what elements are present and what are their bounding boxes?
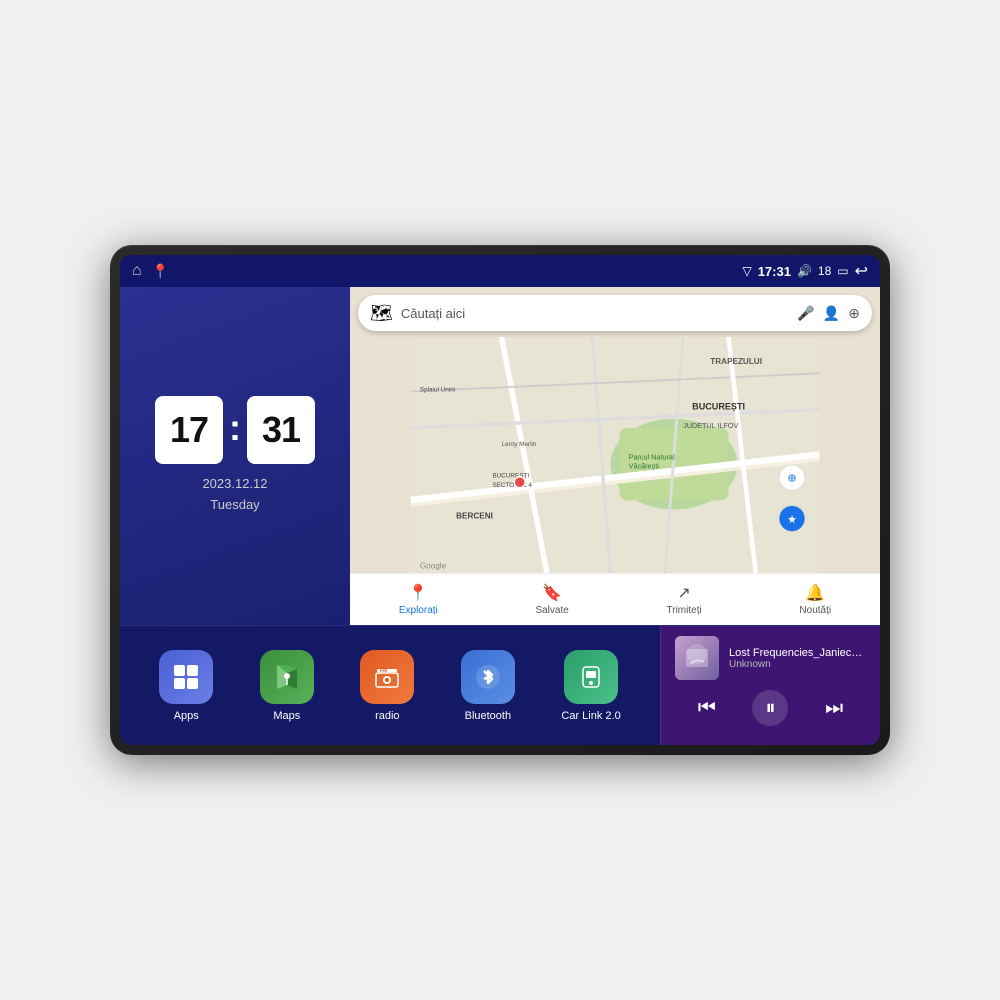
map-nav-send-label: Trimiteți — [667, 605, 702, 616]
music-controls: ⏮ ⏸ ⏭ — [675, 690, 866, 726]
volume-level: 18 — [818, 264, 831, 278]
music-player: Lost Frequencies_Janieck Devy-... Unknow… — [660, 626, 880, 745]
main-content: 17 : 31 2023.12.12 Tuesday 🗺 Căutați aic… — [120, 287, 880, 745]
news-icon: 🔔 — [805, 583, 825, 603]
map-widget[interactable]: 🗺 Căutați aici 🎤 👤 ⊕ — [350, 287, 880, 625]
status-left-icons: ⌂ 📍 — [132, 262, 169, 280]
signal-icon: ▽ — [742, 264, 751, 278]
next-button[interactable]: ⏭ — [816, 690, 852, 726]
map-nav-explore-label: Explorați — [399, 605, 438, 616]
svg-text:Google: Google — [420, 561, 447, 570]
home-icon[interactable]: ⌂ — [132, 262, 142, 280]
map-nav-saved-label: Salvate — [535, 605, 568, 616]
map-bottom-bar: 📍 Explorați 🔖 Salvate ↗ Trimiteți 🔔 — [350, 573, 880, 625]
music-top: Lost Frequencies_Janieck Devy-... Unknow… — [675, 636, 866, 680]
svg-text:⊕: ⊕ — [787, 472, 796, 484]
carlink-label: Car Link 2.0 — [561, 710, 620, 722]
device: ⌂ 📍 ▽ 17:31 🔊 18 ▭ ↩ 17 : — [110, 245, 890, 755]
app-item-carlink[interactable]: Car Link 2.0 — [561, 650, 620, 722]
svg-text:★: ★ — [787, 514, 797, 526]
map-nav-send[interactable]: ↗ Trimiteți — [667, 583, 702, 616]
status-time: 17:31 — [758, 264, 791, 279]
music-artist: Unknown — [729, 659, 866, 670]
location-icon[interactable]: 📍 — [152, 263, 169, 280]
volume-icon: 🔊 — [797, 264, 812, 278]
status-bar: ⌂ 📍 ▽ 17:31 🔊 18 ▭ ↩ — [120, 255, 880, 287]
layers-icon[interactable]: ⊕ — [848, 305, 860, 322]
maps-logo: 🗺 — [370, 303, 393, 324]
screen: ⌂ 📍 ▽ 17:31 🔊 18 ▭ ↩ 17 : — [120, 255, 880, 745]
back-icon[interactable]: ↩ — [855, 261, 868, 281]
top-row: 17 : 31 2023.12.12 Tuesday 🗺 Căutați aic… — [120, 287, 880, 625]
app-item-apps[interactable]: Apps — [159, 650, 213, 722]
svg-text:BERCENI: BERCENI — [456, 512, 493, 521]
map-content: TRAPEZULUI BUCUREȘTI JUDEȚUL ILFOV BERCE… — [350, 337, 880, 573]
bluetooth-icon — [461, 650, 515, 704]
clock-colon: : — [229, 407, 241, 449]
clock-minutes: 31 — [247, 396, 315, 464]
clock-hours: 17 — [155, 396, 223, 464]
app-item-bluetooth[interactable]: Bluetooth — [461, 650, 515, 722]
clock-date: 2023.12.12 Tuesday — [202, 474, 267, 516]
bottom-row: Apps Maps — [120, 625, 880, 745]
saved-icon: 🔖 — [542, 583, 562, 603]
map-search-icons: 🎤 👤 ⊕ — [797, 305, 860, 322]
map-nav-explore[interactable]: 📍 Explorați — [399, 583, 438, 616]
svg-text:SECTORUL 4: SECTORUL 4 — [492, 482, 532, 489]
music-info: Lost Frequencies_Janieck Devy-... Unknow… — [729, 647, 866, 670]
map-svg: TRAPEZULUI BUCUREȘTI JUDEȚUL ILFOV BERCE… — [350, 337, 880, 573]
carlink-icon — [564, 650, 618, 704]
music-title: Lost Frequencies_Janieck Devy-... — [729, 647, 866, 659]
app-item-maps[interactable]: Maps — [260, 650, 314, 722]
svg-text:BUCUREȘTI: BUCUREȘTI — [692, 402, 745, 412]
map-search-bar[interactable]: 🗺 Căutați aici 🎤 👤 ⊕ — [358, 295, 872, 331]
apps-section: Apps Maps — [120, 626, 660, 745]
svg-text:Leroy Merlin: Leroy Merlin — [502, 441, 537, 448]
svg-text:JUDEȚUL ILFOV: JUDEȚUL ILFOV — [683, 421, 738, 430]
svg-text:TRAPEZULUI: TRAPEZULUI — [710, 357, 762, 366]
status-right-info: ▽ 17:31 🔊 18 ▭ ↩ — [742, 261, 868, 281]
bluetooth-label: Bluetooth — [465, 710, 511, 722]
music-thumbnail — [675, 636, 719, 680]
explore-icon: 📍 — [408, 583, 428, 603]
clock-display: 17 : 31 — [155, 396, 315, 464]
svg-text:Splaiul Unirii: Splaiul Unirii — [420, 386, 455, 393]
map-nav-saved[interactable]: 🔖 Salvate — [535, 583, 568, 616]
radio-icon: FM — [360, 650, 414, 704]
radio-label: radio — [375, 710, 399, 722]
play-pause-button[interactable]: ⏸ — [752, 690, 788, 726]
svg-text:Văcărești: Văcărești — [629, 462, 660, 471]
prev-button[interactable]: ⏮ — [689, 690, 725, 726]
account-icon[interactable]: 👤 — [823, 305, 840, 322]
apps-icon — [159, 650, 213, 704]
map-nav-news-label: Noutăți — [799, 605, 831, 616]
map-nav-news[interactable]: 🔔 Noutăți — [799, 583, 831, 616]
svg-text:Parcul Natural: Parcul Natural — [629, 453, 675, 462]
battery-icon: ▭ — [837, 264, 848, 278]
svg-text:FM: FM — [380, 668, 387, 674]
maps-label: Maps — [273, 710, 300, 722]
mic-icon[interactable]: 🎤 — [797, 305, 814, 322]
clock-widget: 17 : 31 2023.12.12 Tuesday — [120, 287, 350, 625]
send-icon: ↗ — [677, 583, 690, 603]
apps-label: Apps — [174, 710, 199, 722]
maps-icon — [260, 650, 314, 704]
map-search-text: Căutați aici — [401, 306, 790, 321]
app-item-radio[interactable]: FM radio — [360, 650, 414, 722]
